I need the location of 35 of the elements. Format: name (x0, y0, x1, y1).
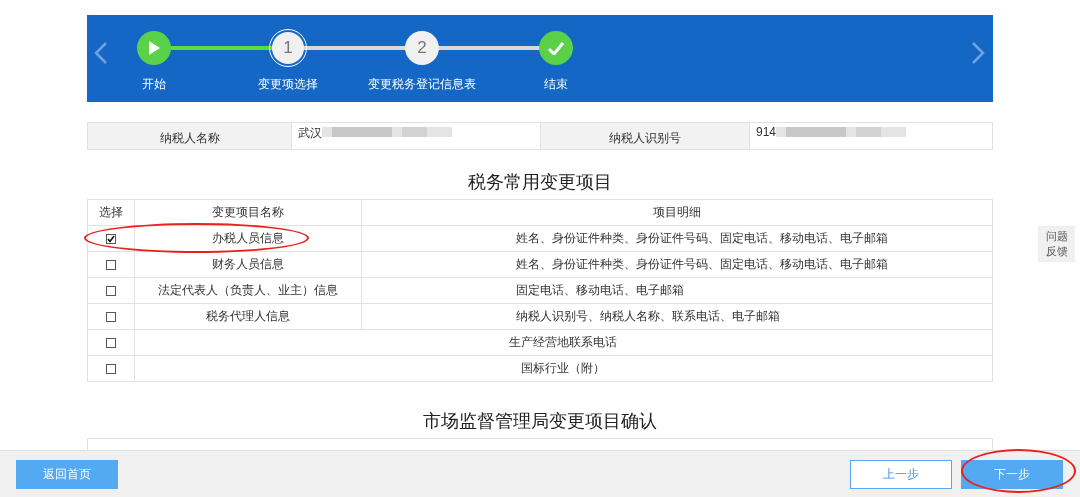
table-cell: 法定代表人（负责人、业主）信息 (134, 277, 362, 304)
field-value: 武汉 (298, 125, 322, 142)
section-title: 市场监督管理局变更项目确认 (422, 410, 658, 433)
column-header: 变更项目名称 (134, 199, 362, 226)
play-icon (148, 41, 160, 55)
step-label: 变更项选择 (258, 76, 318, 93)
table-cell: 财务人员信息 (134, 251, 362, 278)
field-value: 914 (756, 125, 777, 139)
next-button[interactable]: 下一步 (961, 459, 1063, 489)
column-header: 项目明细 (361, 199, 993, 226)
table-cell: 生产经营地联系电话 (134, 329, 993, 356)
check-icon (548, 41, 564, 55)
previous-button[interactable]: 上一步 (850, 459, 952, 489)
table-cell: 税务代理人信息 (134, 303, 362, 330)
table-cell: 国标行业（附） (134, 355, 993, 382)
checkbox[interactable] (105, 338, 116, 349)
table-cell: 姓名、身份证件种类、身份证件号码、固定电话、移动电话、电子邮箱 (361, 251, 993, 278)
step-number: 2 (405, 31, 439, 65)
column-header: 选择 (87, 199, 135, 226)
table-cell: 姓名、身份证件种类、身份证件号码、固定电话、移动电话、电子邮箱 (361, 225, 993, 252)
step-label: 变更税务登记信息表 (368, 76, 476, 93)
field-label: 纳税人识别号 (541, 123, 749, 149)
home-button[interactable]: 返回首页 (16, 459, 118, 489)
checkbox[interactable] (105, 364, 116, 375)
checkbox[interactable] (105, 234, 116, 245)
step-label: 结束 (544, 76, 568, 93)
field-label: 纳税人名称 (88, 123, 291, 149)
table-cell: 办税人员信息 (134, 225, 362, 252)
checkbox[interactable] (105, 286, 116, 297)
table-cell: 纳税人识别号、纳税人名称、联系电话、电子邮箱 (361, 303, 993, 330)
step-label: 开始 (142, 76, 166, 93)
section-title: 税务常用变更项目 (467, 171, 613, 194)
checkbox[interactable] (105, 260, 116, 271)
table-cell: 固定电话、移动电话、电子邮箱 (361, 277, 993, 304)
checkbox[interactable] (105, 312, 116, 323)
